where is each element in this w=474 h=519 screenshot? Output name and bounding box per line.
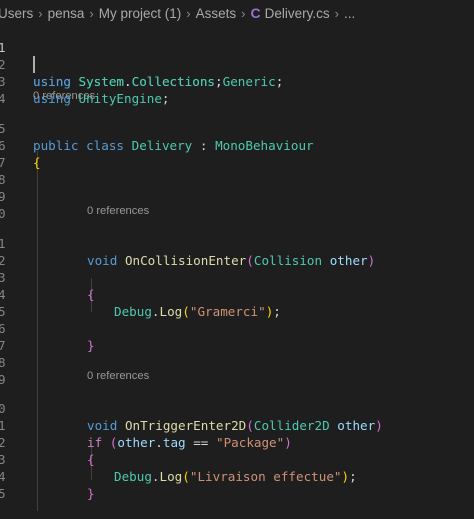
code-line: 2 {: [0, 417, 474, 467]
code-line: 4: [0, 73, 474, 106]
code-line: 9: [0, 171, 474, 204]
codelens-collision-references[interactable]: 0 references: [87, 204, 149, 218]
code-line: 6 }: [0, 303, 474, 353]
code-line: 3 Debug.Log("Livraison effectue");: [0, 434, 474, 484]
code-line: 8: [0, 337, 474, 370]
code-line: 6 {: [0, 120, 474, 170]
codelens-trigger-references[interactable]: 0 references: [87, 369, 149, 383]
code-line: 7: [0, 137, 474, 170]
code-line: 1 if (other.tag == "Package"): [0, 400, 474, 450]
code-line: 0 void OnTriggerEnter2D(Collider2D other…: [0, 383, 474, 433]
code-line: 2 using System.Collections.Generic;: [0, 39, 474, 89]
code-line: 2: [0, 235, 474, 268]
code-line: 1 using System.Collections;: [0, 22, 474, 89]
code-line: 1 void OnCollisionEnter(Collision other): [0, 218, 474, 268]
code-line: 9: [0, 354, 474, 387]
code-line: 3 using UnityEngine;: [0, 56, 474, 106]
code-line: 5: [0, 468, 474, 501]
line-number: 5: [0, 486, 6, 501]
code-content[interactable]: }: [87, 485, 95, 502]
code-line: 5 public class Delivery : MonoBehaviour: [0, 103, 474, 153]
code-line: 4 Debug.Log("Gramerci");: [0, 269, 474, 319]
code-line: 0: [0, 188, 474, 221]
code-line: 5: [0, 286, 474, 319]
code-line: 8: [0, 154, 474, 187]
code-line: 4 }: [0, 451, 474, 501]
code-line: 3 {: [0, 252, 474, 302]
code-editor[interactable]: 0 references 0 references 0 references 1…: [0, 16, 474, 511]
code-line: 7: [0, 320, 474, 353]
